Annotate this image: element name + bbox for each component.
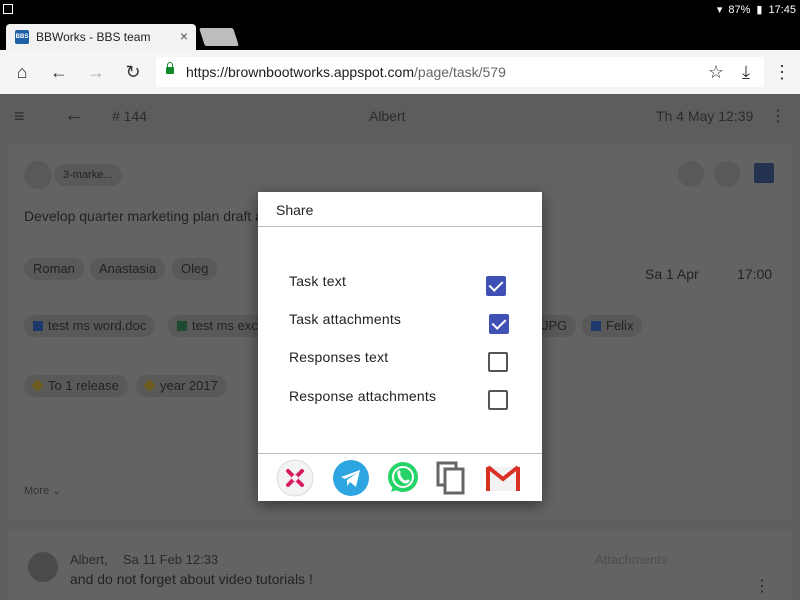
person-icon [591,321,601,331]
forward-icon[interactable]: → [84,60,108,84]
gmail-icon [486,465,520,491]
response-card: Albert, Sa 11 Feb 12:33 and do not forge… [8,530,792,600]
browser-toolbar: ⌂ ← → ↻ https://brownbootworks.appspot.c… [0,50,800,94]
chevron-down-icon: ⌄ [52,485,62,497]
back-icon[interactable]: ← [47,60,71,84]
option-task-attachments-label: Task attachments [289,311,402,327]
bookmark-star-icon[interactable]: ☆ [704,60,728,84]
address-bar[interactable]: https://brownbootworks.appspot.com/page/… [156,57,764,87]
gmail-share-button[interactable] [484,459,522,497]
attachment-chip[interactable]: JPG [542,315,577,337]
attachment-chip[interactable]: test ms word.doc [24,315,156,337]
wifi-icon: ▾ [716,4,723,16]
attachment-name: test ms exc [192,318,258,333]
whatsapp-share-button[interactable] [384,459,422,497]
tag-label: To 1 release [48,378,119,393]
tag-label: year 2017 [160,378,218,393]
url-text[interactable]: https://brownbootworks.appspot.com/page/… [186,64,506,80]
battery-percent: 87% [728,3,751,16]
status-bar: ▾ 87% ▮ 17:45 [0,0,800,20]
calendar-icon[interactable] [754,163,774,183]
option-response-attachments-label: Response attachments [289,388,437,404]
due-time[interactable]: 17:00 [737,266,772,282]
person-chip[interactable]: Anastasia [90,258,166,280]
whatsapp-icon [388,462,418,492]
tab-close-icon[interactable]: × [180,28,188,44]
share-dialog: Share Task text Task attachments Respons… [258,192,542,501]
bbworks-share-button[interactable] [276,459,314,497]
link-icon[interactable] [714,161,740,187]
tab-title: BBWorks - BBS team [36,30,151,44]
divider [258,226,542,227]
home-icon[interactable]: ⌂ [10,60,34,84]
due-date[interactable]: Sa 1 Apr [645,266,699,282]
download-icon[interactable]: ⤓ [734,60,758,84]
hamburger-menu-icon[interactable]: ≡ [14,106,25,127]
more-vert-icon[interactable]: ⋮ [754,576,770,596]
tag-icon [143,379,156,392]
response-attachments-checkbox[interactable] [488,390,508,410]
screenshot-icon [3,4,13,14]
browser-menu-icon[interactable]: ⋮ [770,60,794,84]
task-text-checkbox[interactable] [486,276,506,296]
word-doc-icon [33,321,43,331]
attachments-label: Attachments [595,552,668,567]
clock: 17:45 [768,3,796,16]
task-owner: Albert [369,108,406,124]
more-toggle[interactable]: More ⌄ [24,484,61,497]
excel-doc-icon [177,321,187,331]
attachment-chip[interactable]: test ms exc [168,315,267,337]
responses-text-checkbox[interactable] [488,352,508,372]
app-bar: ≡ ← # 144 Albert Th 4 May 12:39 ⋮ [0,94,800,138]
more-vert-icon[interactable]: ⋮ [770,106,786,126]
browser-tab[interactable]: BBS BBWorks - BBS team × [6,24,196,50]
bbworks-icon [276,459,314,497]
task-attachments-checkbox[interactable] [489,314,509,334]
option-task-text-label: Task text [289,273,347,289]
tag-chip[interactable]: To 1 release [24,375,128,397]
copy-share-button[interactable] [432,459,470,497]
task-title: Develop quarter marketing plan draft an [24,208,271,224]
back-arrow-icon[interactable]: ← [64,104,84,127]
folder-chip[interactable]: 3-marke... [54,164,122,186]
response-author: Albert, [70,552,108,567]
task-number: # 144 [112,108,148,124]
person-chip[interactable]: Oleg [172,258,218,280]
assignee-chip[interactable]: Felix [582,315,643,337]
battery-icon: ▮ [756,4,763,16]
copy-icon [436,461,465,495]
new-tab-button[interactable] [199,28,239,46]
tab-strip: BBS BBWorks - BBS team × [0,20,800,50]
tag-chip[interactable]: year 2017 [136,375,227,397]
person-chip[interactable]: Roman [24,258,84,280]
lock-icon [166,62,174,74]
telegram-share-button[interactable] [332,459,370,497]
dialog-title: Share [276,202,314,218]
more-label: More [24,485,50,497]
folder-icon[interactable] [24,161,52,189]
avatar [28,552,58,582]
response-date: Sa 11 Feb 12:33 [123,552,219,567]
response-text: and do not forget about video tutorials … [70,571,313,587]
dollar-icon[interactable] [678,161,704,187]
telegram-icon [333,460,369,496]
site-favicon-icon: BBS [15,30,29,44]
reload-icon[interactable]: ↻ [121,60,145,84]
attachment-name: test ms word.doc [48,318,147,333]
tag-icon [31,379,44,392]
task-date: Th 4 May 12:39 [656,108,754,124]
divider [258,453,542,454]
option-responses-text-label: Responses text [289,349,389,365]
assignee-name: Felix [606,318,634,333]
